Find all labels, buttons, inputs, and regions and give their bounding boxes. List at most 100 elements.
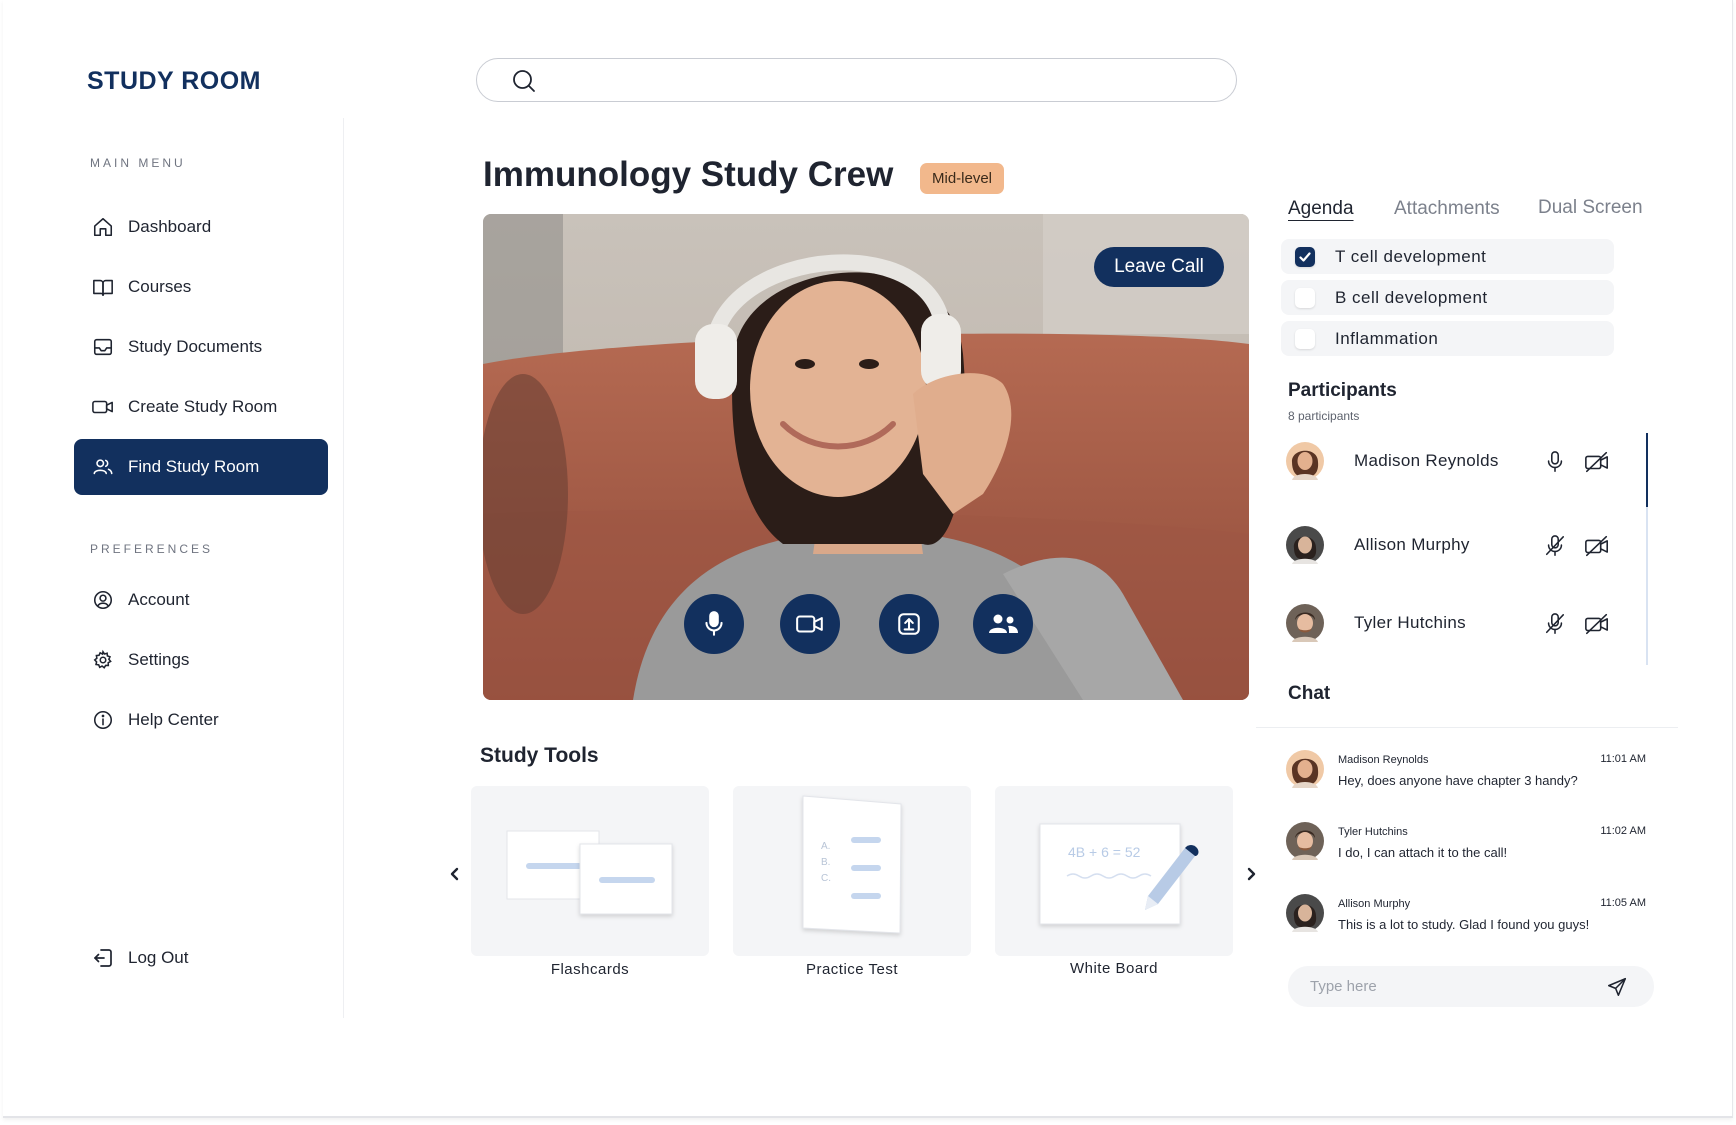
flashcards-label: Flashcards: [550, 961, 630, 978]
camera-icon: [795, 612, 825, 636]
inbox-icon: [90, 334, 116, 360]
carousel-prev-button[interactable]: [445, 862, 465, 886]
practice-test-letter-b: B.: [821, 857, 830, 868]
avatar: [1286, 442, 1324, 480]
practice-test-label: Practice Test: [805, 961, 899, 978]
microphone-off-icon[interactable]: [1544, 534, 1566, 558]
search-input[interactable]: [547, 65, 1217, 95]
participant-row[interactable]: Allison Murphy: [1286, 526, 1616, 566]
sidebar-item-label: Find Study Room: [128, 457, 260, 476]
checkmark-icon: [1298, 250, 1312, 264]
sidebar-item-dashboard[interactable]: Dashboard: [74, 199, 328, 255]
share-screen-icon: [896, 611, 922, 637]
avatar: [1286, 526, 1324, 564]
agenda-checkbox[interactable]: [1295, 328, 1315, 349]
white-board-card[interactable]: 4B + 6 = 52: [995, 786, 1233, 956]
participants-scrollbar-thumb[interactable]: [1646, 433, 1648, 507]
participant-row[interactable]: Tyler Hutchins: [1286, 604, 1616, 644]
app-logo[interactable]: STUDY ROOM: [87, 67, 261, 96]
carousel-next-button[interactable]: [1241, 862, 1261, 886]
video-feed: Leave Call: [483, 214, 1249, 700]
send-icon[interactable]: [1606, 976, 1628, 998]
sidebar-item-label: Dashboard: [128, 217, 212, 236]
participants-button[interactable]: [973, 594, 1033, 654]
tab-agenda[interactable]: Agenda: [1288, 198, 1354, 220]
chat-input[interactable]: [1310, 974, 1590, 999]
participants-count: 8 participants: [1288, 409, 1360, 423]
agenda-item[interactable]: Inflammation: [1281, 321, 1614, 356]
camera-off-icon[interactable]: [1584, 612, 1610, 636]
preferences-label: PREFERENCES: [90, 542, 214, 556]
leave-call-button[interactable]: Leave Call: [1094, 247, 1224, 287]
agenda-item[interactable]: B cell development: [1281, 280, 1614, 315]
tab-dual-screen[interactable]: Dual Screen: [1538, 197, 1643, 219]
chevron-left-icon: [449, 866, 461, 882]
participant-name: Tyler Hutchins: [1354, 613, 1466, 632]
chat-message: Tyler Hutchins 11:02 AM I do, I can atta…: [1286, 822, 1646, 866]
avatar: [1286, 750, 1324, 788]
logout-icon: [90, 945, 116, 971]
book-icon: [90, 274, 116, 300]
practice-test-letter-c: C.: [821, 873, 831, 884]
chat-message: Allison Murphy 11:05 AM This is a lot to…: [1286, 894, 1646, 938]
main-menu-label: MAIN MENU: [90, 156, 186, 170]
gear-icon: [90, 647, 116, 673]
agenda-item-label: T cell development: [1335, 246, 1487, 266]
room-title: Immunology Study Crew: [483, 155, 894, 194]
sidebar-item-label: Study Documents: [128, 337, 263, 356]
white-board-equation: 4B + 6 = 52: [1068, 844, 1141, 860]
video-icon: [90, 394, 116, 420]
flashcards-card[interactable]: [471, 786, 709, 956]
participant-row[interactable]: Madison Reynolds: [1286, 442, 1616, 482]
flashcards-icon: [506, 830, 673, 915]
participants-icon: [986, 611, 1020, 637]
microphone-button[interactable]: [684, 594, 744, 654]
practice-test-icon: A. B. C.: [802, 795, 902, 934]
agenda-item[interactable]: T cell development: [1281, 239, 1614, 274]
practice-test-card[interactable]: A. B. C.: [733, 786, 971, 956]
chat-message: Madison Reynolds 11:01 AM Hey, does anyo…: [1286, 750, 1646, 794]
sidebar-item-account[interactable]: Account: [74, 572, 328, 628]
agenda-checkbox[interactable]: [1295, 287, 1315, 308]
level-badge: Mid-level: [920, 163, 1005, 194]
logout-button[interactable]: Log Out: [74, 930, 328, 986]
sidebar-item-find-study-room[interactable]: Find Study Room: [74, 439, 328, 495]
chat-sender: Tyler Hutchins: [1338, 826, 1408, 838]
sidebar-item-study-documents[interactable]: Study Documents: [74, 319, 328, 375]
share-screen-button[interactable]: [879, 594, 939, 654]
avatar: [1286, 894, 1324, 932]
users-icon: [90, 454, 116, 480]
info-icon: [90, 707, 116, 733]
sidebar-item-label: Settings: [128, 650, 190, 669]
study-tools-title: Study Tools: [480, 744, 599, 767]
chat-sender: Madison Reynolds: [1338, 754, 1429, 766]
sidebar-item-label: Create Study Room: [128, 397, 278, 416]
chat-text: This is a lot to study. Glad I found you…: [1338, 917, 1590, 932]
microphone-icon[interactable]: [1544, 450, 1566, 474]
camera-off-icon[interactable]: [1584, 534, 1610, 558]
chat-text: I do, I can attach it to the call!: [1338, 845, 1508, 860]
camera-off-icon[interactable]: [1584, 450, 1610, 474]
search-bar: [476, 58, 1237, 102]
microphone-off-icon[interactable]: [1544, 612, 1566, 636]
white-board-icon: 4B + 6 = 52: [1039, 823, 1199, 925]
tab-attachments[interactable]: Attachments: [1394, 198, 1500, 220]
sidebar-item-label: Courses: [128, 277, 192, 296]
sidebar-divider: [343, 118, 344, 1018]
camera-button[interactable]: [780, 594, 840, 654]
home-icon: [90, 214, 116, 240]
sidebar-item-create-study-room[interactable]: Create Study Room: [74, 379, 328, 435]
avatar: [1286, 822, 1324, 860]
agenda-checkbox-checked[interactable]: [1295, 246, 1315, 267]
sidebar-item-courses[interactable]: Courses: [74, 259, 328, 315]
chat-divider: [1256, 727, 1678, 728]
chevron-right-icon: [1245, 866, 1257, 882]
participants-title: Participants: [1288, 380, 1397, 401]
account-icon: [90, 587, 116, 613]
chat-time: 11:05 AM: [1600, 897, 1646, 909]
sidebar-item-settings[interactable]: Settings: [74, 632, 328, 688]
search-icon[interactable]: [511, 68, 537, 94]
sidebar-item-label: Account: [128, 590, 190, 609]
sidebar-item-help-center[interactable]: Help Center: [74, 692, 328, 748]
chat-time: 11:01 AM: [1600, 753, 1646, 765]
